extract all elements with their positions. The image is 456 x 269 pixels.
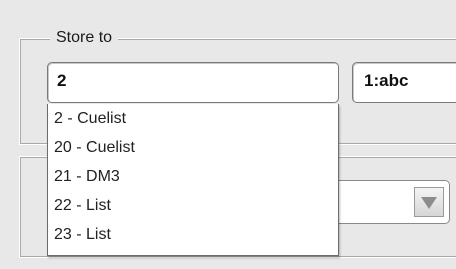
combo-dropdown-button[interactable] bbox=[414, 187, 444, 217]
store-name-input[interactable]: 1:abc bbox=[352, 62, 456, 103]
dropdown-item[interactable]: 20 - Cuelist bbox=[48, 133, 338, 162]
store-target-input[interactable]: 2 bbox=[47, 62, 339, 103]
dropdown-item[interactable]: 21 - DM3 bbox=[48, 162, 338, 191]
dropdown-item[interactable]: 23 - List bbox=[48, 220, 338, 249]
triangle-down-icon bbox=[421, 197, 437, 209]
store-to-legend: Store to bbox=[50, 29, 119, 47]
dropdown-item[interactable]: 2 - Cuelist bbox=[48, 104, 338, 133]
dropdown-item[interactable]: 22 - List bbox=[48, 191, 338, 220]
store-dialog: Store to 2 1:abc 2 - Cuelist 20 - Cuelis… bbox=[0, 0, 456, 269]
store-target-dropdown-list: 2 - Cuelist 20 - Cuelist 21 - DM3 22 - L… bbox=[47, 104, 339, 256]
